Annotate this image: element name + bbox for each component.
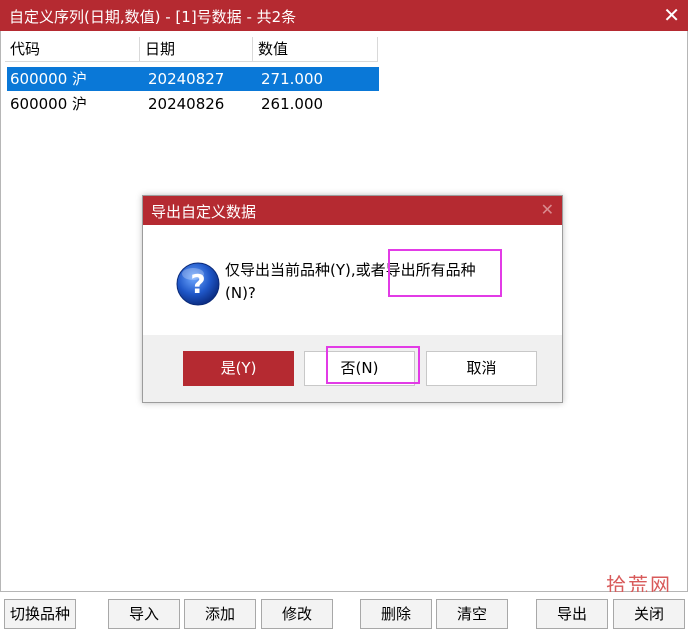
column-header-code[interactable]: 代码 xyxy=(5,37,140,62)
question-icon: ? xyxy=(176,262,220,306)
add-button[interactable]: 添加 xyxy=(184,599,256,629)
table-row[interactable]: 600000 沪 20240827 271.000 xyxy=(7,67,379,91)
switch-variety-button[interactable]: 切换品种 xyxy=(4,599,76,629)
import-button[interactable]: 导入 xyxy=(108,599,180,629)
cancel-button[interactable]: 取消 xyxy=(426,351,537,386)
cell-date: 20240826 xyxy=(148,95,225,113)
column-header-value[interactable]: 数值 xyxy=(253,37,378,62)
cell-date: 20240827 xyxy=(148,70,225,88)
cell-code: 600000 沪 xyxy=(10,95,88,113)
delete-button[interactable]: 删除 xyxy=(360,599,432,629)
close-icon[interactable]: ✕ xyxy=(663,3,680,27)
svg-text:?: ? xyxy=(190,270,205,300)
dialog-title: 导出自定义数据 xyxy=(151,203,257,221)
table-row[interactable]: 600000 沪 20240826 261.000 xyxy=(7,92,379,116)
cell-code: 600000 沪 xyxy=(10,70,88,88)
dialog-close-icon[interactable]: ✕ xyxy=(541,200,554,219)
column-header-date[interactable]: 日期 xyxy=(140,37,253,62)
edit-button[interactable]: 修改 xyxy=(261,599,333,629)
export-dialog: 导出自定义数据 ✕ ? 仅导出当前品种(Y),或者导出所有品种 (N)? 是(Y… xyxy=(142,195,563,403)
close-button[interactable]: 关闭 xyxy=(613,599,685,629)
window-titlebar[interactable]: 自定义序列(日期,数值) - [1]号数据 - 共2条 ✕ xyxy=(0,0,688,31)
export-button[interactable]: 导出 xyxy=(536,599,608,629)
custom-series-window: 自定义序列(日期,数值) - [1]号数据 - 共2条 ✕ 代码 日期 数值 6… xyxy=(0,0,688,635)
window-title: 自定义序列(日期,数值) - [1]号数据 - 共2条 xyxy=(9,8,297,26)
clear-button[interactable]: 清空 xyxy=(436,599,508,629)
highlight-box xyxy=(326,346,420,384)
yes-button[interactable]: 是(Y) xyxy=(183,351,294,386)
highlight-box xyxy=(388,249,502,297)
dialog-titlebar[interactable]: 导出自定义数据 ✕ xyxy=(143,196,562,225)
cell-value: 271.000 xyxy=(261,70,324,88)
cell-value: 261.000 xyxy=(261,95,324,113)
